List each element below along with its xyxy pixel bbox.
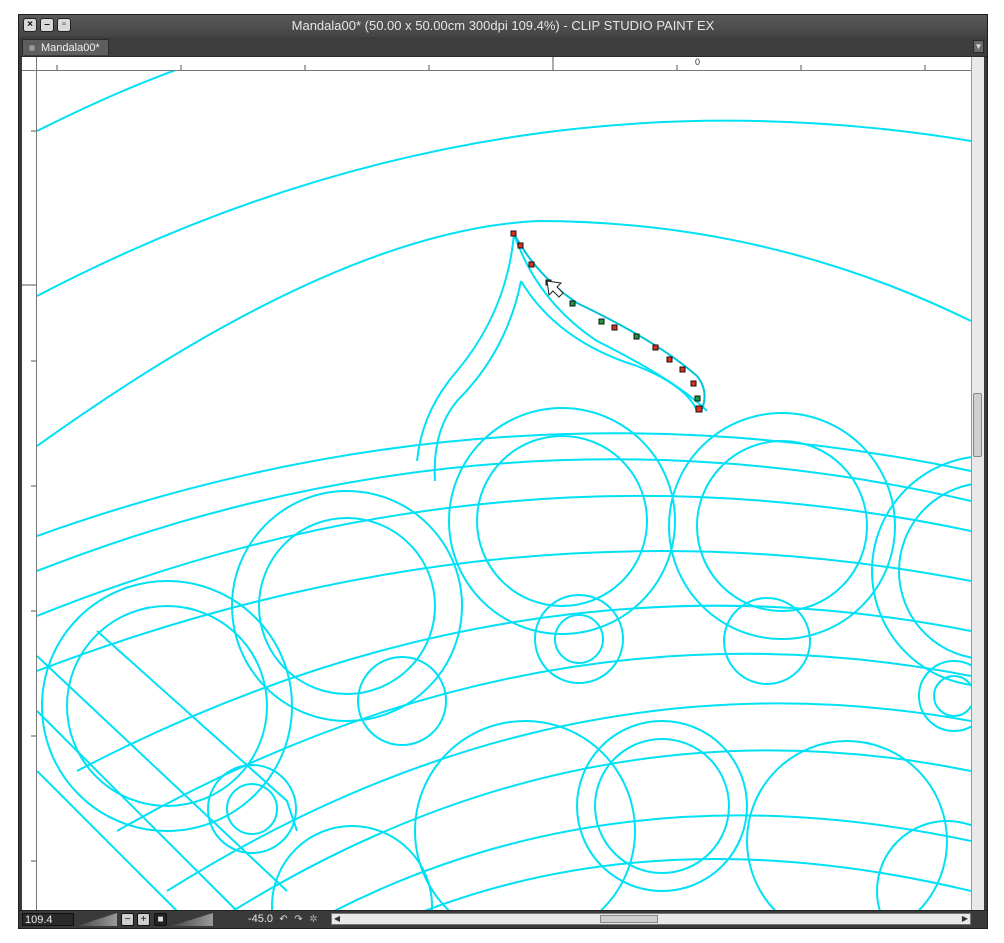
zoom-slider[interactable] bbox=[77, 913, 117, 926]
guide-arc bbox=[231, 749, 971, 911]
title-bar[interactable]: × – ▫ Mandala00* (50.00 x 50.00cm 300dpi… bbox=[19, 15, 987, 38]
vertical-scroll-thumb[interactable] bbox=[973, 393, 982, 457]
status-bar: 109.4 − + ■ -45.0 ↶ ↷ ✲ ◀ ▶ bbox=[19, 910, 987, 928]
guide-arc bbox=[37, 71, 177, 132]
horizontal-scroll-thumb[interactable] bbox=[600, 915, 658, 923]
ruler-zero-label: 0 bbox=[695, 57, 701, 67]
rotate-left-icon[interactable]: ↶ bbox=[277, 913, 290, 926]
guide-arc bbox=[37, 119, 971, 297]
guide-circle bbox=[746, 740, 948, 911]
zoom-in-icon[interactable]: + bbox=[137, 913, 150, 926]
control-point bbox=[652, 344, 659, 351]
control-point bbox=[690, 380, 697, 387]
arrow-cursor-icon bbox=[546, 280, 564, 298]
drawing-canvas[interactable] bbox=[37, 71, 971, 911]
guide-circle bbox=[876, 820, 971, 911]
zoom-out-icon[interactable]: − bbox=[121, 913, 134, 926]
guide-circle bbox=[41, 580, 293, 832]
tab-close-icon[interactable] bbox=[29, 45, 35, 51]
guide-circle bbox=[271, 825, 433, 911]
guide-circle bbox=[534, 594, 624, 684]
document-tab-bar: Mandala00* ▼ bbox=[19, 37, 987, 57]
window-title: Mandala00* (50.00 x 50.00cm 300dpi 109.4… bbox=[291, 18, 715, 33]
guide-arc bbox=[37, 458, 971, 572]
guide-circle bbox=[933, 675, 971, 717]
control-point bbox=[569, 300, 576, 307]
control-point bbox=[611, 324, 618, 331]
guide-circle bbox=[476, 435, 648, 607]
control-point bbox=[528, 261, 535, 268]
control-point bbox=[510, 230, 517, 237]
control-point bbox=[633, 333, 640, 340]
guide-line bbox=[37, 655, 288, 892]
rotate-right-icon[interactable]: ↷ bbox=[292, 913, 305, 926]
control-point bbox=[598, 318, 605, 325]
guide-circle bbox=[207, 764, 297, 854]
app-window: × – ▫ Mandala00* (50.00 x 50.00cm 300dpi… bbox=[18, 14, 988, 929]
control-point bbox=[517, 242, 524, 249]
reset-rotation-icon[interactable]: ✲ bbox=[307, 913, 320, 926]
scroll-right-icon[interactable]: ▶ bbox=[960, 914, 970, 924]
guide-circle bbox=[414, 720, 636, 911]
mandala-guide-drawing bbox=[37, 71, 971, 911]
zoom-field[interactable]: 109.4 bbox=[22, 913, 74, 926]
scroll-left-icon[interactable]: ◀ bbox=[332, 914, 342, 924]
tab-menu-icon[interactable]: ▼ bbox=[973, 40, 984, 53]
guide-line bbox=[37, 770, 178, 911]
vertical-ruler[interactable] bbox=[22, 71, 37, 911]
guide-circle bbox=[554, 614, 604, 664]
tab-label: Mandala00* bbox=[41, 42, 100, 54]
guide-circle bbox=[576, 720, 748, 892]
control-point bbox=[679, 366, 686, 373]
horizontal-scrollbar[interactable]: ◀ ▶ bbox=[331, 913, 971, 925]
control-point bbox=[666, 356, 673, 363]
ruler-ticks-h bbox=[56, 57, 926, 70]
control-point bbox=[695, 405, 703, 413]
guide-circle bbox=[357, 656, 447, 746]
guide-circle bbox=[723, 597, 811, 685]
guide-circle bbox=[448, 407, 676, 635]
ruler-corner bbox=[22, 57, 37, 71]
guide-arc bbox=[37, 494, 971, 617]
guide-arc bbox=[37, 432, 971, 537]
guide-arc bbox=[76, 604, 971, 772]
control-point bbox=[694, 395, 701, 402]
petal-outline bbox=[513, 233, 708, 412]
edited-curve bbox=[513, 233, 706, 410]
tab-mandala00[interactable]: Mandala00* bbox=[22, 39, 109, 55]
guide-circle bbox=[696, 440, 868, 612]
horizontal-ruler[interactable]: 0 bbox=[37, 57, 971, 71]
rotation-slider[interactable] bbox=[171, 913, 213, 926]
guide-circle bbox=[594, 738, 730, 874]
rotation-angle-field[interactable]: -45.0 bbox=[227, 913, 273, 926]
guide-circle bbox=[226, 783, 278, 835]
guide-arc bbox=[166, 702, 971, 892]
ruler-ticks-v bbox=[22, 130, 36, 862]
fit-to-window-icon[interactable]: ■ bbox=[154, 913, 167, 926]
vertical-scrollbar[interactable] bbox=[971, 57, 984, 911]
